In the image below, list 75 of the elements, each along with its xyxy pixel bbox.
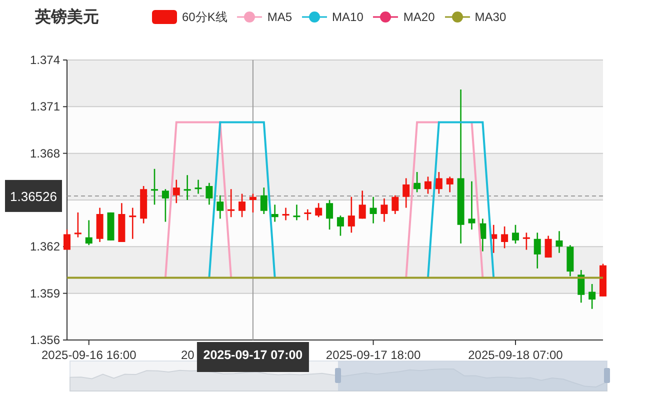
legend-label: MA20: [403, 10, 435, 24]
candlestick: [216, 195, 224, 219]
range-slider[interactable]: [70, 360, 608, 392]
legend-label: MA30: [474, 10, 506, 24]
candlestick: [566, 245, 574, 276]
candlestick: [151, 168, 158, 205]
slider-handle[interactable]: [604, 368, 610, 383]
candlestick: [534, 232, 541, 268]
candlestick: [490, 224, 498, 253]
x-axis-label: 20: [180, 348, 194, 362]
candlestick: [271, 204, 278, 222]
candlestick: [556, 231, 563, 253]
candlestick: [336, 216, 344, 236]
y-axis-label: 1.371: [30, 100, 60, 114]
legend-item[interactable]: 60分K线: [152, 8, 228, 26]
candlestick: [118, 203, 126, 242]
y-axis-label: 1.362: [30, 240, 60, 254]
legend-label: 60分K线: [182, 8, 228, 26]
legend-item[interactable]: MA5: [237, 10, 292, 24]
candlestick: [172, 180, 180, 204]
legend-item[interactable]: MA20: [373, 10, 435, 24]
candlestick: [522, 232, 530, 250]
y-axis-label: 1.374: [30, 53, 60, 67]
candlestick: [468, 181, 476, 230]
candlestick: [74, 212, 82, 238]
candlestick: [380, 198, 388, 222]
candlestick: [129, 208, 136, 239]
candle-legend-icon: [152, 10, 177, 24]
chart-title: 英镑美元: [35, 6, 100, 28]
candlestick: [479, 218, 486, 252]
x-axis-label: 2025-09-17 18:00: [326, 348, 421, 362]
candlestick: [326, 200, 334, 230]
candlestick: [194, 180, 202, 194]
candlestick: [600, 264, 606, 296]
candlestick: [249, 194, 256, 212]
candlestick: [588, 284, 596, 309]
candlestick: [501, 226, 508, 248]
candlestick: [304, 209, 312, 220]
slider-handle[interactable]: [335, 368, 341, 383]
x-axis-label: 2025-09-18 07:00: [468, 348, 563, 362]
y-axis-label: 1.368: [30, 146, 60, 160]
legend-label: MA10: [332, 10, 364, 24]
candlestick: [85, 220, 92, 246]
candlestick: [96, 208, 104, 242]
candlestick: [64, 230, 70, 250]
candlestick: [228, 189, 235, 218]
crosshair-value-label: 1.36526: [10, 188, 57, 204]
candlestick: [392, 195, 399, 214]
candlestick: [206, 182, 213, 205]
candlestick: [238, 194, 246, 218]
candlestick: [184, 175, 191, 200]
candlestick: [358, 190, 366, 219]
x-axis-label: 2025-09-16 16:00: [42, 348, 136, 362]
candlestick: [370, 196, 377, 224]
crosshair-time-label: 2025-09-17 07:00: [203, 348, 303, 362]
candlestick: [162, 189, 169, 222]
candlestick: [578, 270, 585, 303]
candlestick: [293, 204, 300, 220]
candlestick: [315, 203, 322, 218]
y-axis-label: 1.359: [30, 286, 60, 300]
candlestick: [140, 186, 148, 224]
y-axis-label: 1.356: [30, 333, 60, 347]
candlestick: [446, 176, 454, 192]
candlestick: [260, 188, 268, 214]
candlestick: [435, 172, 442, 194]
legend-item[interactable]: MA10: [302, 10, 364, 24]
candlestick: [282, 208, 290, 220]
legend-item[interactable]: MA30: [444, 10, 506, 24]
candlestick: [414, 172, 421, 192]
candlestick: [424, 176, 432, 194]
candlestick: [402, 178, 410, 208]
candlestick: [512, 224, 519, 244]
legend-label: MA5: [267, 10, 292, 24]
crosshair-value-tag: [5, 180, 62, 212]
candlestick: [348, 196, 355, 233]
